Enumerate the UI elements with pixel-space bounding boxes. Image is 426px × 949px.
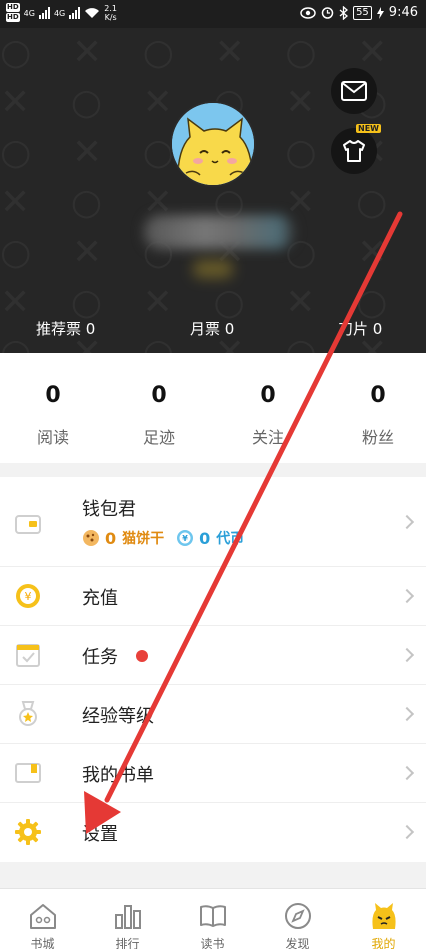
compass-icon	[285, 903, 311, 929]
battery-level: 55	[353, 5, 372, 20]
menu-label-booklist: 我的书单	[82, 765, 154, 786]
stat-value: 0	[370, 383, 386, 408]
bar-ranking-icon	[115, 905, 141, 929]
stat-reading[interactable]: 0 阅读	[0, 353, 106, 448]
chevron-right-icon	[399, 824, 415, 840]
avatar[interactable]	[170, 101, 256, 187]
network-type-1: 4G	[23, 8, 35, 18]
network-type-2: 4G	[53, 8, 66, 18]
menu-item-recharge[interactable]: ¥ 充值	[0, 567, 426, 626]
biscuit-label: 猫饼干	[122, 531, 165, 547]
tab-label: 发现	[285, 937, 310, 949]
stat-fans[interactable]: 0 粉丝	[325, 353, 426, 448]
open-book-icon	[200, 905, 226, 927]
stat-value: 0	[260, 383, 276, 408]
profile-header: ○ ✕ ○ ✕ ○ ✕ ○ ✕ ○ ✕ ○ ✕ ○ ✕ ○ ✕ ○ ✕ ○ ✕ …	[0, 28, 426, 353]
mail-icon	[341, 81, 367, 101]
bottom-tab-bar: 书城 排行 读书 发现 我的	[0, 888, 426, 949]
username-blurred	[144, 215, 294, 249]
menu-item-settings[interactable]: 设置	[0, 803, 426, 862]
cat-avatar-icon	[172, 103, 254, 185]
stat-following[interactable]: 0 关注	[215, 353, 321, 448]
stat-value: 0	[45, 383, 61, 408]
recommend-ticket[interactable]: 推荐票 0	[36, 318, 95, 339]
svg-text:¥: ¥	[25, 590, 32, 603]
menu-label-level: 经验等级	[82, 706, 154, 727]
wallet-icon	[15, 515, 41, 534]
menu-item-booklist[interactable]: 我的书单	[0, 744, 426, 803]
tshirt-icon	[343, 140, 365, 162]
stat-footprint[interactable]: 0 足迹	[106, 353, 212, 448]
bluetooth-icon	[339, 5, 349, 20]
menu-label-settings: 设置	[82, 824, 118, 845]
message-button[interactable]	[331, 68, 377, 114]
cat-face-icon	[372, 903, 396, 929]
tab-ranking[interactable]: 排行	[85, 889, 170, 949]
booklist-icon	[15, 763, 41, 783]
gear-icon	[15, 819, 41, 845]
medal-icon	[19, 701, 37, 726]
menu-list: 钱包君 0 猫饼干 ¥ 0 代币 ¥ 充值 任务 经验等级 我的书单 设置	[0, 477, 426, 862]
stat-label: 粉丝	[361, 428, 394, 447]
house-icon	[30, 904, 56, 929]
coin-icon: ¥	[177, 530, 194, 546]
coin-count: 0	[199, 528, 211, 548]
clock: 9:46	[388, 5, 418, 20]
task-calendar-icon	[16, 644, 40, 667]
menu-label-tasks: 任务	[82, 647, 118, 668]
chevron-right-icon	[399, 588, 415, 604]
tab-reading[interactable]: 读书	[170, 889, 255, 949]
stat-label: 阅读	[36, 428, 69, 447]
tab-label: 书城	[30, 937, 55, 949]
monthly-ticket[interactable]: 月票 0	[190, 318, 234, 339]
signal-icon	[38, 7, 50, 19]
stat-value: 0	[151, 383, 167, 408]
coin-label: 代币	[216, 531, 245, 547]
new-badge: NEW	[356, 124, 381, 133]
badge-blurred	[193, 260, 233, 278]
menu-label-recharge: 充值	[82, 588, 118, 609]
hd-indicator: HD HD	[6, 3, 20, 22]
recharge-coin-icon: ¥	[16, 584, 40, 608]
menu-item-level[interactable]: 经验等级	[0, 685, 426, 744]
biscuit-icon	[83, 530, 99, 546]
signal-icon-2	[69, 7, 81, 19]
status-bar: HD HD 4G 4G 2.1 K/s 55 9:46	[0, 0, 426, 28]
tab-mine[interactable]: 我的	[341, 889, 426, 949]
wallet-balance: 0 猫饼干 ¥ 0 代币	[82, 528, 244, 548]
network-speed: 2.1 K/s	[104, 4, 117, 22]
eye-icon	[300, 6, 316, 19]
tab-discover[interactable]: 发现	[255, 889, 340, 949]
tab-label: 排行	[115, 937, 140, 949]
svg-text:¥: ¥	[182, 534, 188, 543]
blade-ticket[interactable]: 刀片 0	[338, 318, 382, 339]
tab-label: 我的	[371, 937, 396, 949]
notification-dot	[136, 650, 148, 662]
alarm-icon	[321, 7, 334, 19]
menu-item-tasks[interactable]: 任务	[0, 626, 426, 685]
stat-label: 足迹	[142, 428, 175, 447]
wifi-icon	[85, 8, 100, 18]
chevron-right-icon	[399, 647, 415, 663]
dress-up-button[interactable]: NEW	[331, 124, 381, 174]
chevron-right-icon	[399, 706, 415, 722]
charging-icon	[376, 6, 384, 19]
chevron-right-icon	[399, 514, 415, 530]
stats-row: 0 阅读 0 足迹 0 关注 0 粉丝	[0, 353, 426, 463]
menu-item-wallet[interactable]: 钱包君 0 猫饼干 ¥ 0 代币	[0, 477, 426, 567]
chevron-right-icon	[399, 765, 415, 781]
menu-label-wallet: 钱包君	[82, 499, 136, 520]
tab-bookstore[interactable]: 书城	[0, 889, 85, 949]
tab-label: 读书	[200, 937, 225, 949]
biscuit-count: 0	[105, 528, 117, 548]
stat-label: 关注	[251, 428, 284, 447]
